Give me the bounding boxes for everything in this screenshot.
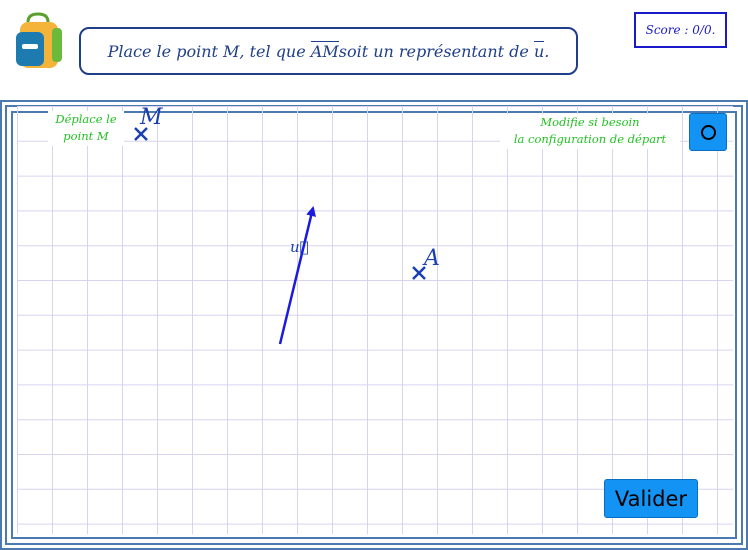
validate-button[interactable]: Valider: [604, 479, 698, 518]
point-m-label: M: [139, 105, 163, 130]
point-a-label: A: [422, 246, 440, 271]
vector-u-arrow: [278, 206, 316, 345]
vector-u-arrow-label: u⃗: [290, 238, 309, 256]
figure-layer: M A u⃗: [134, 105, 440, 345]
